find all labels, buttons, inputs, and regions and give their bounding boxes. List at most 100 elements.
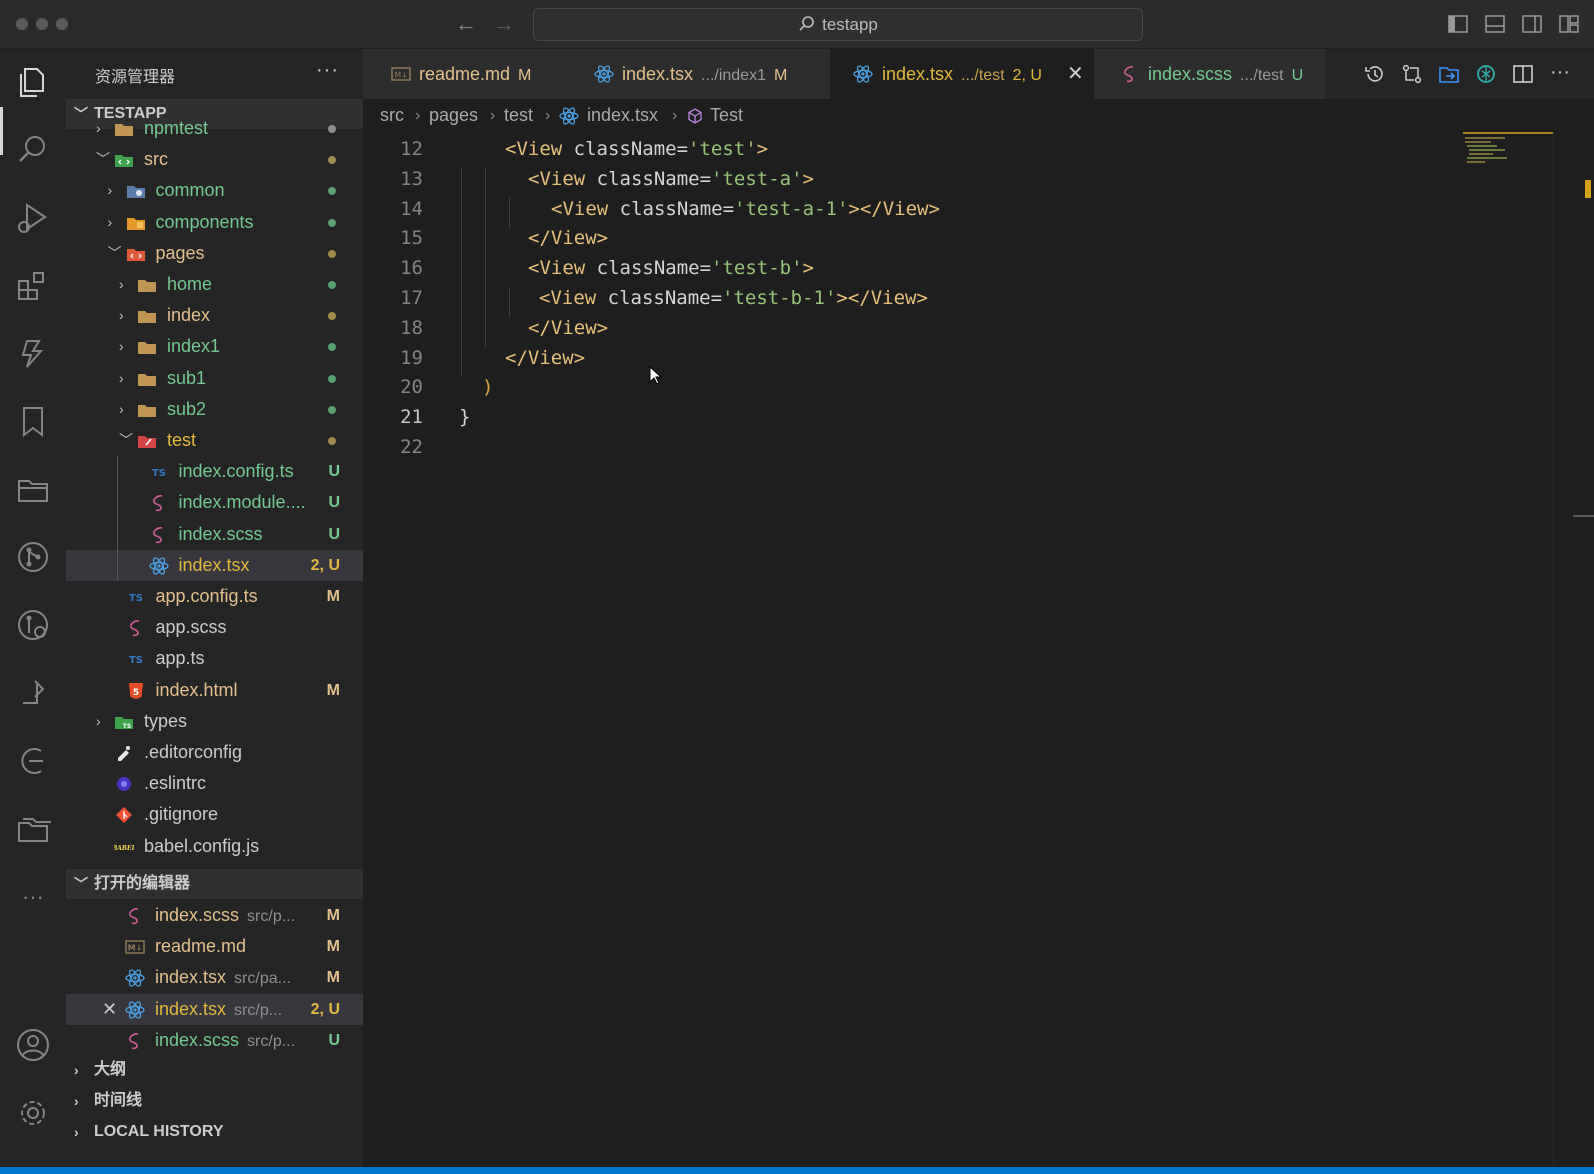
breadcrumb-item[interactable]: test <box>504 99 533 132</box>
tree-folder[interactable]: › npmtest <box>66 113 363 144</box>
tab-readme-md[interactable]: M↓ readme.md M <box>363 49 566 99</box>
git-status-badge: M <box>326 969 340 986</box>
chatgpt-icon[interactable] <box>1474 62 1498 86</box>
accounts-icon[interactable] <box>13 1025 53 1065</box>
tree-file[interactable]: 5 index.html M <box>66 675 363 706</box>
tree-folder[interactable]: ﹀ src <box>66 144 363 175</box>
history-icon[interactable] <box>1363 62 1387 86</box>
git-graph-icon[interactable] <box>13 605 53 645</box>
manage-gear-icon[interactable] <box>13 1093 53 1133</box>
tree-file[interactable]: BABEL babel.config.js <box>66 831 363 862</box>
open-editor-item[interactable]: index.tsx src/pa... M <box>66 962 363 993</box>
tree-folder[interactable]: › index <box>66 300 363 331</box>
tree-folder[interactable]: › sub2 <box>66 394 363 425</box>
react-icon <box>559 107 579 125</box>
remote-explorer-icon[interactable] <box>13 673 53 713</box>
sidebar-more-actions-icon[interactable]: ··· <box>316 59 339 82</box>
open-editor-item[interactable]: index.scss src/p... M <box>66 900 363 931</box>
tree-folder[interactable]: › TS types <box>66 706 363 737</box>
timeline-view-icon[interactable] <box>13 741 53 781</box>
explorer-icon[interactable] <box>13 61 53 101</box>
code-token: </View> <box>505 347 586 369</box>
window-close-button[interactable] <box>16 18 28 30</box>
tree-item-label: types <box>144 711 188 731</box>
folder-icon <box>137 306 157 326</box>
breadcrumb-item[interactable]: src <box>380 99 404 132</box>
tree-folder[interactable]: ﹀ test <box>66 425 363 456</box>
tree-file[interactable]: TS index.config.ts U <box>66 456 363 487</box>
tree-file[interactable]: TS app.config.ts M <box>66 581 363 612</box>
tree-file[interactable]: app.scss <box>66 612 363 643</box>
tree-folder[interactable]: ﹀ pages <box>66 238 363 269</box>
window-minimize-button[interactable] <box>36 18 48 30</box>
compare-changes-icon[interactable] <box>1400 62 1424 86</box>
svg-text:TS: TS <box>128 593 142 604</box>
toggle-primary-sidebar-icon[interactable] <box>1447 13 1469 35</box>
bookmarks-icon[interactable] <box>13 401 53 441</box>
forward-arrow-icon[interactable]: → <box>490 10 518 38</box>
tree-folder[interactable]: › index1 <box>66 331 363 362</box>
git-status-dot <box>328 312 336 320</box>
split-editor-icon[interactable] <box>1511 62 1535 86</box>
code-token: <View <box>528 257 597 279</box>
folders-icon[interactable] <box>13 809 53 849</box>
close-tab-icon[interactable]: ✕ <box>1067 49 1084 99</box>
outline-section-header[interactable]: › 大纲 <box>66 1055 363 1085</box>
tree-folder[interactable]: › common <box>66 175 363 206</box>
breadcrumb-item[interactable]: pages <box>429 99 478 132</box>
code-token: <View <box>505 138 574 160</box>
window-zoom-button[interactable] <box>56 18 68 30</box>
more-actions-icon[interactable]: ··· <box>1548 61 1572 85</box>
tree-file[interactable]: index.tsx 2, U <box>66 550 363 581</box>
timeline-section-header[interactable]: › 时间线 <box>66 1086 363 1116</box>
run-debug-icon[interactable] <box>13 197 53 237</box>
tab-index-tsx-index1[interactable]: index.tsx .../index1 M <box>566 49 830 99</box>
tab-index-tsx-test[interactable]: index.tsx .../test 2, U ✕ <box>830 49 1094 99</box>
tree-file[interactable]: .editorconfig <box>66 737 363 768</box>
gitlens-icon[interactable] <box>13 333 53 373</box>
git-status-dot <box>328 406 336 414</box>
tree-file[interactable]: .gitignore <box>66 799 363 830</box>
tree-file[interactable]: .eslintrc <box>66 768 363 799</box>
open-editor-label: readme.md <box>155 936 247 956</box>
toggle-panel-icon[interactable] <box>1484 13 1506 35</box>
code-editor[interactable]: 12 <View className='test'> 13 <View classNa… <box>363 132 1594 1167</box>
breadcrumb-item[interactable]: Test <box>710 99 743 132</box>
open-changes-icon[interactable] <box>1437 62 1461 86</box>
close-editor-icon[interactable]: ✕ <box>102 994 117 1025</box>
command-center[interactable]: testapp <box>533 8 1143 41</box>
folder-src-icon <box>114 150 134 170</box>
local-history-section-header[interactable]: › LOCAL HISTORY <box>66 1117 363 1147</box>
tree-folder[interactable]: › components <box>66 207 363 238</box>
tab-index-scss-test[interactable]: index.scss .../test U <box>1094 49 1325 99</box>
explorer-sidebar: 资源管理器 ··· ﹀ TESTAPP › npmtest ﹀ src › common ›… <box>66 49 363 1167</box>
open-editor-item[interactable]: M↓ readme.md M <box>66 931 363 962</box>
tree-file[interactable]: TS app.ts <box>66 643 363 674</box>
open-editor-label: index.scss src/p... <box>155 1030 296 1050</box>
tree-file[interactable]: index.module.... U <box>66 487 363 518</box>
line-number: 20 <box>400 376 423 398</box>
toggle-secondary-sidebar-icon[interactable] <box>1521 13 1543 35</box>
open-editor-item[interactable]: ✕ index.tsx src/p... 2, U <box>66 994 363 1025</box>
search-icon[interactable] <box>13 129 53 169</box>
line-number: 13 <box>400 168 423 190</box>
minimap[interactable] <box>1463 132 1553 172</box>
open-editor-item[interactable]: index.scss src/p... U <box>66 1025 363 1056</box>
tree-item-label: babel.config.js <box>144 836 260 856</box>
chevron-right-icon: › <box>119 401 124 417</box>
more-views-icon[interactable]: ··· <box>13 877 53 917</box>
tree-folder[interactable]: › sub1 <box>66 363 363 394</box>
extensions-icon[interactable] <box>13 265 53 305</box>
customize-layout-icon[interactable] <box>1558 13 1580 35</box>
project-manager-icon[interactable] <box>13 469 53 509</box>
breadcrumb-item[interactable]: index.tsx <box>587 99 658 132</box>
open-editors-section-header[interactable]: ﹀ 打开的编辑器 <box>66 869 363 899</box>
source-control-icon[interactable] <box>13 537 53 577</box>
indent-guide <box>509 198 510 228</box>
back-arrow-icon[interactable]: ← <box>452 10 480 38</box>
tree-folder[interactable]: › home <box>66 269 363 300</box>
tree-item-label: .gitignore <box>144 804 219 824</box>
sass-icon <box>125 1031 145 1051</box>
git-status-badge: M <box>326 588 340 605</box>
tree-file[interactable]: index.scss U <box>66 519 363 550</box>
